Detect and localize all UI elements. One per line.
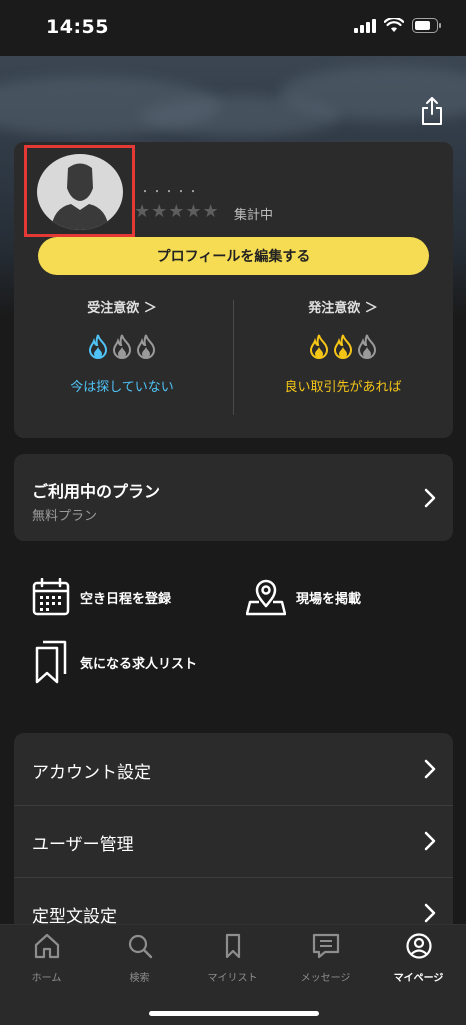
order-willingness-status: 良い取引先があれば bbox=[284, 380, 402, 395]
divider bbox=[233, 300, 234, 415]
calendar-icon bbox=[32, 578, 70, 616]
settings-row-account[interactable]: アカウント設定 bbox=[14, 733, 453, 806]
plan-card[interactable]: ご利用中のプラン 無料プラン bbox=[14, 454, 453, 541]
register-availability-label: 空き日程を登録 bbox=[80, 591, 172, 607]
flame-icon-filled bbox=[88, 334, 108, 359]
rating-label: 集計中 bbox=[234, 208, 274, 223]
chevron-right-icon bbox=[424, 759, 436, 779]
receive-flame-meter bbox=[22, 334, 222, 360]
status-icons bbox=[354, 18, 442, 33]
settings-row-label: アカウント設定 bbox=[32, 763, 151, 783]
flame-icon-empty bbox=[136, 334, 156, 359]
cellular-signal-icon bbox=[354, 18, 376, 33]
receive-willingness-title: 受注意欲 ＞ bbox=[87, 301, 157, 316]
settings-row-label: ユーザー管理 bbox=[32, 835, 134, 855]
order-willingness-title: 発注意欲 ＞ bbox=[308, 301, 378, 316]
map-pin-icon bbox=[246, 579, 286, 616]
flame-icon-empty bbox=[112, 334, 132, 359]
wifi-icon bbox=[384, 18, 404, 32]
saved-jobs-label: 気になる求人リスト bbox=[80, 656, 198, 672]
rating-stars: ★★★★★ bbox=[134, 201, 220, 222]
settings-list: アカウント設定 ユーザー管理 定型文設定 bbox=[14, 733, 453, 953]
status-time: 14:55 bbox=[46, 16, 109, 38]
tab-label: 検索 bbox=[129, 973, 150, 984]
chevron-right-icon bbox=[424, 903, 436, 923]
chevron-right-icon bbox=[424, 831, 436, 851]
tab-label: メッセージ bbox=[300, 973, 351, 984]
saved-jobs-button[interactable]: 気になる求人リスト bbox=[32, 640, 197, 684]
flame-icon-filled bbox=[333, 334, 353, 359]
register-availability-button[interactable]: 空き日程を登録 bbox=[32, 578, 171, 616]
order-willingness[interactable]: 発注意欲 ＞ 良い取引先があれば bbox=[243, 297, 443, 395]
tab-mypage[interactable]: マイページ bbox=[372, 933, 465, 984]
flame-icon-empty bbox=[357, 334, 377, 359]
edit-profile-button[interactable]: プロフィールを編集する bbox=[38, 237, 429, 275]
chevron-right-icon bbox=[424, 488, 436, 508]
status-bar: 14:55 bbox=[0, 0, 466, 56]
tab-label: ホーム bbox=[31, 973, 62, 984]
settings-row-user-management[interactable]: ユーザー管理 bbox=[14, 805, 453, 878]
bookmark-icon bbox=[225, 933, 240, 959]
message-icon bbox=[312, 933, 339, 959]
post-site-label: 現場を掲載 bbox=[296, 591, 362, 607]
tab-label: マイページ bbox=[393, 973, 444, 984]
home-indicator bbox=[149, 1011, 319, 1016]
user-circle-icon bbox=[405, 933, 432, 959]
flame-icon-filled bbox=[309, 334, 329, 359]
plan-title: ご利用中のプラン bbox=[32, 482, 161, 501]
battery-icon bbox=[412, 18, 441, 33]
tab-home[interactable]: ホーム bbox=[0, 933, 93, 984]
bookmark-icon bbox=[35, 640, 67, 684]
share-icon[interactable] bbox=[420, 96, 444, 126]
tab-bar: ホーム 検索 マイリスト メッセージ マイページ bbox=[0, 924, 466, 1025]
order-flame-meter bbox=[243, 334, 443, 360]
home-icon bbox=[34, 933, 59, 959]
tab-search[interactable]: 検索 bbox=[93, 933, 186, 984]
tab-messages[interactable]: メッセージ bbox=[279, 933, 372, 984]
tab-label: マイリスト bbox=[207, 973, 258, 984]
user-name: ・・・・・ bbox=[140, 187, 200, 198]
post-site-button[interactable]: 現場を掲載 bbox=[246, 578, 361, 616]
search-icon bbox=[128, 934, 152, 959]
tab-mylist[interactable]: マイリスト bbox=[186, 933, 279, 984]
receive-willingness-status: 今は探していない bbox=[70, 380, 174, 395]
plan-name: 無料プラン bbox=[32, 509, 98, 524]
receive-willingness[interactable]: 受注意欲 ＞ 今は探していない bbox=[22, 297, 222, 395]
avatar-highlight bbox=[24, 145, 135, 237]
